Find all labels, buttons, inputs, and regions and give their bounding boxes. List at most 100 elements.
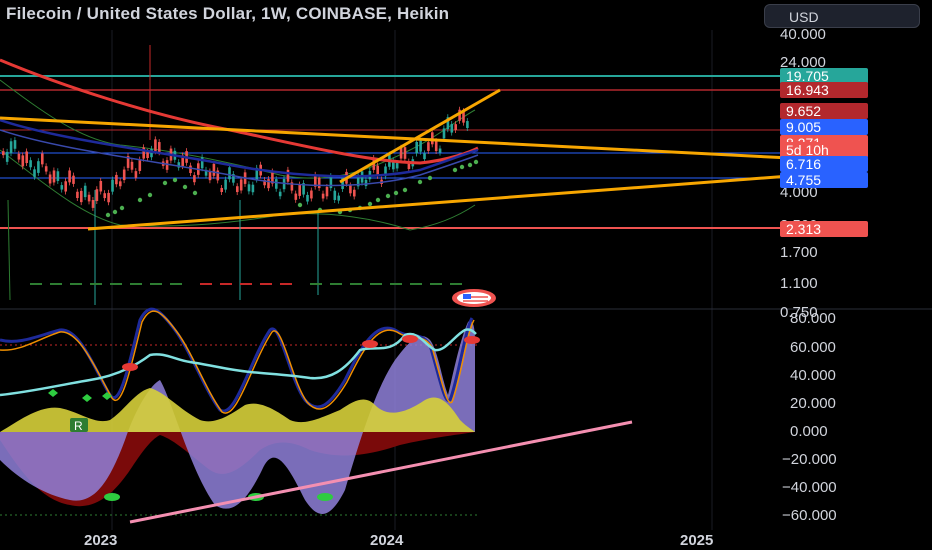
candle-body <box>122 169 126 181</box>
time-axis-label: 2025 <box>680 532 713 549</box>
candle-body <box>9 141 13 154</box>
sar-dot <box>452 167 458 173</box>
price-badge: 16.943 <box>780 82 868 98</box>
sar-dot <box>417 179 423 185</box>
candle-body <box>415 141 418 154</box>
currency-button[interactable]: USD <box>764 4 920 28</box>
sar-dot <box>297 202 303 208</box>
candle-body <box>454 124 457 131</box>
price-badge-label: 16.943 <box>786 82 829 98</box>
price-badge-label: 9.652 <box>786 103 821 119</box>
candle-body <box>56 171 60 181</box>
candle-body <box>150 148 153 158</box>
candle-body <box>267 179 270 189</box>
candlestick-series <box>2 45 469 305</box>
candle-body <box>146 151 149 159</box>
candle-body <box>337 195 340 201</box>
candle-body <box>33 169 36 177</box>
candle-body <box>76 191 79 198</box>
candle-body <box>438 148 442 153</box>
candle-body <box>17 153 21 160</box>
candle-body <box>466 121 469 129</box>
price-tick-label: 1.100 <box>780 275 818 292</box>
oscillator-tick-label: 0.000 <box>790 423 828 440</box>
candle-body <box>138 159 142 171</box>
price-badge: 9.652 <box>780 103 868 119</box>
candle-body <box>95 189 99 202</box>
sar-dot <box>375 197 381 203</box>
candle-body <box>107 192 110 203</box>
oscillator-tick-label: 60.000 <box>790 339 836 356</box>
candle-body <box>431 132 434 145</box>
candle-body <box>329 176 333 189</box>
candle-body <box>44 166 48 172</box>
candle-body <box>442 128 446 139</box>
candle-body <box>103 193 106 199</box>
oscillator-tick-label: −20.000 <box>782 451 837 468</box>
candle-body <box>64 181 67 192</box>
price-badge-label: 2.313 <box>786 221 821 237</box>
sar-dot <box>105 212 111 218</box>
candle-body <box>247 184 251 192</box>
sar-dot <box>162 180 168 186</box>
candle-body <box>21 155 25 167</box>
sar-dot <box>192 190 198 196</box>
candle-body <box>321 193 325 199</box>
candle-body <box>333 190 337 200</box>
candle-body <box>275 179 278 189</box>
sar-dot <box>367 201 373 207</box>
oscillator-tick-label: −60.000 <box>782 507 837 524</box>
candle-body <box>52 170 56 183</box>
sar-dot <box>402 187 408 193</box>
oscillator-tick-label: 20.000 <box>790 395 836 412</box>
candle-body <box>364 179 368 187</box>
chart-title: Filecoin / United States Dollar, 1W, COI… <box>6 4 450 23</box>
candle-body <box>154 139 157 152</box>
candle-body <box>395 163 399 169</box>
candle-body <box>13 140 17 149</box>
sar-dot <box>467 162 473 168</box>
oscillator-axis[interactable]: 80.000 60.000 40.000 20.000 0.000 −20.000 −40.… <box>782 310 837 524</box>
candle-body <box>403 147 407 159</box>
chart-canvas[interactable]: R 40.00024.0004.0002.5001.7001.1000.750 … <box>0 0 932 550</box>
candle-body <box>419 140 422 152</box>
candle-body <box>228 167 231 180</box>
sar-dot <box>459 164 465 170</box>
candle-body <box>60 185 64 190</box>
oscillator-tick-label: 40.000 <box>790 367 836 384</box>
candle-body <box>25 151 28 164</box>
candle-body <box>99 180 103 192</box>
candle-body <box>119 181 122 187</box>
level-lines <box>0 75 860 229</box>
sar-dot <box>137 197 143 203</box>
sar-dot <box>147 192 153 198</box>
price-badge: 6.716 <box>780 156 868 172</box>
time-axis[interactable]: 2023 2024 2025 <box>84 532 713 549</box>
candle-body <box>5 151 9 162</box>
candle-body <box>251 184 255 193</box>
candle-body <box>189 165 192 174</box>
price-badge: 4.755 <box>780 172 868 188</box>
candle-body <box>434 141 438 152</box>
candle-body <box>236 186 239 193</box>
candle-body <box>423 153 426 160</box>
price-badges: 19.70516.9439.6529.0058.2715d 10h6.7164.… <box>780 68 868 237</box>
sar-dot <box>473 159 479 165</box>
candle-body <box>208 171 212 181</box>
candle-body <box>220 187 223 193</box>
sar-dot <box>172 177 178 183</box>
us-flag-icon[interactable] <box>452 289 496 307</box>
candle-body <box>239 179 243 191</box>
candle-body <box>353 189 356 197</box>
candle-body <box>48 174 52 184</box>
oscillator-tick-label: −40.000 <box>782 479 837 496</box>
candle-body <box>37 161 40 173</box>
oscillator-tick-label: 80.000 <box>790 310 836 327</box>
price-tick-label: 1.700 <box>780 244 818 261</box>
candle-body <box>306 194 309 202</box>
candle-body <box>298 184 301 196</box>
candle-body <box>399 147 403 159</box>
candle-body <box>212 163 216 176</box>
r-marker-label: R <box>74 419 83 433</box>
price-badge-label: 9.005 <box>786 119 821 135</box>
